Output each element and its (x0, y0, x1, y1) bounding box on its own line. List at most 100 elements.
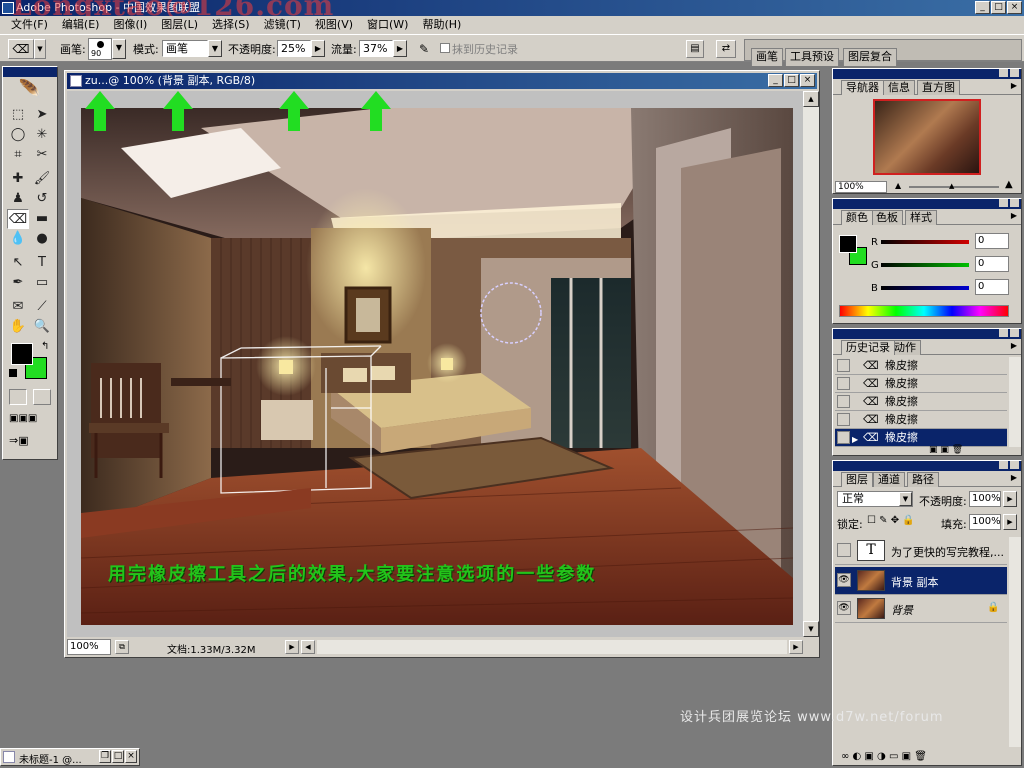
type-tool-icon[interactable]: T (31, 253, 53, 273)
flow-slider-arrow[interactable]: ▶ (393, 40, 407, 57)
maximize-button[interactable]: □ (991, 1, 1006, 14)
history-source-checkbox[interactable] (837, 377, 850, 390)
bedroom-render-image[interactable] (81, 108, 793, 625)
history-state-current[interactable]: ▶ ⌫ 橡皮擦 (835, 429, 1007, 447)
tab-layers[interactable]: 图层 (841, 472, 873, 487)
quick-mask-mode-icon[interactable] (33, 389, 51, 405)
panel-menu-icon[interactable]: ▶ (1011, 473, 1017, 482)
palette-well-tab-tool-presets[interactable]: 工具预设 (785, 48, 839, 66)
close-button[interactable]: × (1007, 1, 1022, 14)
menu-help[interactable]: 帮助(H) (415, 16, 468, 34)
doc-maximize-button[interactable]: □ (784, 74, 799, 87)
close-button[interactable]: × (125, 750, 137, 763)
menu-window[interactable]: 窗口(W) (360, 16, 415, 34)
channel-g-input[interactable]: 0 (975, 256, 1009, 272)
file-browser-icon[interactable]: ▤ (686, 40, 704, 58)
menu-select[interactable]: 选择(S) (205, 16, 257, 34)
zoom-level-input[interactable]: 100% (67, 639, 111, 655)
eyedropper-tool-icon[interactable]: ⟋ (31, 297, 53, 317)
move-tool-icon[interactable]: ➤ (31, 105, 53, 125)
panel-title-bar[interactable] (833, 329, 1021, 339)
screen-mode-icons[interactable]: ▣▣▣ (9, 411, 53, 427)
opacity-input[interactable]: 25% (277, 40, 311, 57)
panel-menu-icon[interactable]: ▶ (1011, 211, 1017, 220)
fill-input[interactable]: 100% (969, 514, 1001, 530)
flow-input[interactable]: 37% (359, 40, 393, 57)
history-source-checkbox[interactable] (837, 359, 850, 372)
layer-opacity-input[interactable]: 100% (969, 491, 1001, 507)
color-spectrum-bar[interactable] (839, 305, 1009, 317)
navigator-thumbnail[interactable] (873, 99, 981, 175)
channel-g-slider[interactable] (881, 263, 969, 267)
toggle-palettes-icon[interactable]: ⇄ (716, 40, 736, 58)
layers-scrollbar[interactable] (1009, 537, 1021, 747)
brush-preset-picker[interactable]: 90 (88, 38, 112, 60)
eraser-tool-icon[interactable]: ⌫ (7, 209, 29, 229)
navigator-zoom-input[interactable]: 100% (835, 181, 887, 193)
document-canvas-area[interactable] (67, 91, 803, 637)
zoom-out-icon[interactable]: ▲ (895, 181, 901, 190)
magic-wand-tool-icon[interactable]: ✳ (31, 125, 53, 145)
menu-file[interactable]: 文件(F) (4, 16, 55, 34)
tool-preset-picker[interactable]: ⌫ ▼ (8, 39, 48, 59)
slice-tool-icon[interactable]: ✂ (31, 145, 53, 165)
history-source-checkbox[interactable] (837, 431, 850, 444)
chevron-down-icon[interactable]: ▼ (899, 492, 912, 506)
tab-swatches[interactable]: 色板 (871, 210, 903, 225)
lasso-tool-icon[interactable]: ◯ (7, 125, 29, 145)
tab-color[interactable]: 颜色 (841, 210, 873, 225)
channel-r-slider[interactable] (881, 240, 969, 244)
mode-dropdown-arrow[interactable]: ▼ (208, 40, 222, 57)
lock-options-icons[interactable]: ☐ ✎ ✥ 🔒 (867, 515, 915, 526)
panel-title-bar[interactable] (833, 461, 1021, 471)
eye-icon[interactable]: 👁 (837, 573, 851, 587)
jump-to-imageready-icon[interactable]: ⇒▣ (9, 433, 53, 449)
healing-brush-tool-icon[interactable]: ✚ (7, 169, 29, 189)
scroll-down-button[interactable]: ▼ (803, 621, 819, 637)
eye-icon[interactable]: 👁 (837, 601, 851, 615)
tab-histogram[interactable]: 直方图 (917, 80, 960, 95)
airbrush-icon[interactable]: ✎ (415, 41, 433, 57)
panel-title-bar[interactable] (833, 199, 1021, 209)
blur-tool-icon[interactable]: 💧 (7, 229, 29, 249)
panel-menu-icon[interactable]: ▶ (1011, 81, 1017, 90)
channel-b-slider[interactable] (881, 286, 969, 290)
palette-well-tab-brushes[interactable]: 画笔 (751, 48, 783, 66)
status-arrow-button[interactable]: ▶ (285, 640, 299, 654)
foreground-color-swatch[interactable] (11, 343, 33, 365)
navigator-zoom-slider[interactable]: ▲ (909, 182, 999, 190)
clone-stamp-tool-icon[interactable]: ♟ (7, 189, 29, 209)
history-source-checkbox[interactable] (837, 395, 850, 408)
slider-thumb[interactable]: ▲ (949, 182, 954, 190)
channel-b-input[interactable]: 0 (975, 279, 1009, 295)
marquee-tool-icon[interactable]: ⬚ (7, 105, 29, 125)
swap-colors-icon[interactable]: ↰ (41, 341, 49, 352)
maximize-button[interactable]: □ (112, 750, 124, 763)
doc-minimize-button[interactable]: _ (768, 74, 783, 87)
dodge-tool-icon[interactable]: ● (31, 229, 53, 249)
channel-r-input[interactable]: 0 (975, 233, 1009, 249)
fill-arrow[interactable]: ▶ (1003, 514, 1017, 530)
layer-row[interactable]: 👁 背景 🔒 (835, 595, 1007, 623)
scroll-left-button[interactable]: ◀ (301, 640, 315, 654)
restore-button[interactable]: ❐ (99, 750, 111, 763)
doc-close-button[interactable]: × (800, 74, 815, 87)
menu-view[interactable]: 视图(V) (308, 16, 360, 34)
layers-footer-icons[interactable]: ∞ ◐ ▣ ◑ ▭ ▣ 🗑 (841, 751, 927, 762)
horizontal-scrollbar-track[interactable] (317, 640, 787, 654)
zoom-in-icon[interactable]: ▲ (1005, 179, 1013, 190)
history-scrollbar[interactable] (1009, 357, 1021, 447)
scroll-right-button[interactable]: ▶ (789, 640, 803, 654)
minimize-button[interactable]: _ (975, 1, 990, 14)
history-state[interactable]: ⌫ 橡皮擦 (835, 411, 1007, 429)
shape-tool-icon[interactable]: ▭ (31, 273, 53, 293)
status-menu-icon[interactable]: ⧉ (115, 640, 129, 654)
tab-styles[interactable]: 样式 (905, 210, 937, 225)
notes-tool-icon[interactable]: ✉ (7, 297, 29, 317)
document-title-bar[interactable]: zu...@ 100% (背景 副本, RGB/8) _ □ × (67, 73, 817, 89)
mode-select[interactable]: 画笔 (162, 40, 208, 57)
hand-tool-icon[interactable]: ✋ (7, 317, 29, 337)
history-brush-tool-icon[interactable]: ↺ (31, 189, 53, 209)
pen-tool-icon[interactable]: ✒ (7, 273, 29, 293)
menu-image[interactable]: 图像(I) (106, 16, 154, 34)
